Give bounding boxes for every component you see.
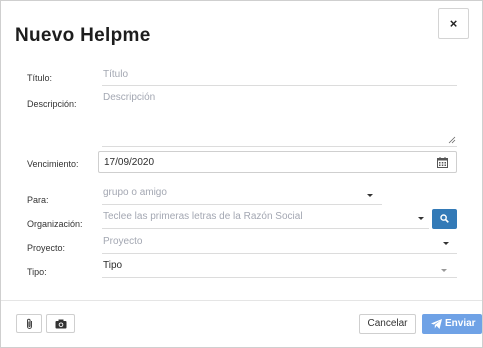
chevron-down-icon <box>443 242 449 245</box>
titulo-placeholder: Título <box>103 69 129 80</box>
organizacion-select[interactable]: Teclee las primeras letras de la Razón S… <box>102 210 429 229</box>
tipo-value: Tipo <box>103 260 123 271</box>
para-select[interactable]: grupo o amigo <box>102 186 382 205</box>
tipo-label: Tipo: <box>27 267 47 277</box>
organizacion-placeholder: Teclee las primeras letras de la Razón S… <box>103 211 303 222</box>
paperclip-icon <box>27 318 32 329</box>
organizacion-label: Organización: <box>27 219 83 229</box>
modal-title: Nuevo Helpme <box>15 25 151 46</box>
close-button[interactable]: × <box>438 8 469 39</box>
camera-button[interactable] <box>46 314 75 333</box>
camera-icon <box>55 319 67 329</box>
calendar-icon[interactable] <box>437 157 448 168</box>
titulo-label: Título: <box>27 73 53 83</box>
tipo-select[interactable]: Tipo <box>102 258 457 278</box>
paper-plane-icon <box>431 319 442 329</box>
chevron-down-icon <box>441 269 447 272</box>
vencimiento-label: Vencimiento: <box>27 159 79 169</box>
para-label: Para: <box>27 195 49 205</box>
chevron-down-icon <box>367 194 373 197</box>
proyecto-placeholder: Proyecto <box>103 236 143 247</box>
helpme-modal: Nuevo Helpme × Título: Título Descripció… <box>0 0 483 348</box>
vencimiento-input[interactable]: 17/09/2020 <box>98 151 457 173</box>
titulo-input[interactable]: Título <box>102 69 457 86</box>
cancel-button[interactable]: Cancelar <box>359 314 416 334</box>
resize-handle-icon[interactable] <box>448 136 456 144</box>
send-button[interactable]: Enviar <box>422 314 482 334</box>
modal-header: Nuevo Helpme × <box>1 1 482 55</box>
footer-divider <box>1 300 482 301</box>
descripcion-placeholder: Descripción <box>103 92 156 103</box>
descripcion-label: Descripción: <box>27 99 77 109</box>
send-label: Enviar <box>445 318 476 329</box>
proyecto-select[interactable]: Proyecto <box>102 234 457 254</box>
vencimiento-value: 17/09/2020 <box>104 157 155 168</box>
para-placeholder: grupo o amigo <box>103 187 167 198</box>
descripcion-textarea[interactable]: Descripción <box>102 88 457 147</box>
chevron-down-icon <box>418 217 424 220</box>
attach-button[interactable] <box>16 314 42 333</box>
proyecto-label: Proyecto: <box>27 243 66 253</box>
organizacion-search-button[interactable] <box>432 209 457 229</box>
search-icon <box>440 214 449 223</box>
